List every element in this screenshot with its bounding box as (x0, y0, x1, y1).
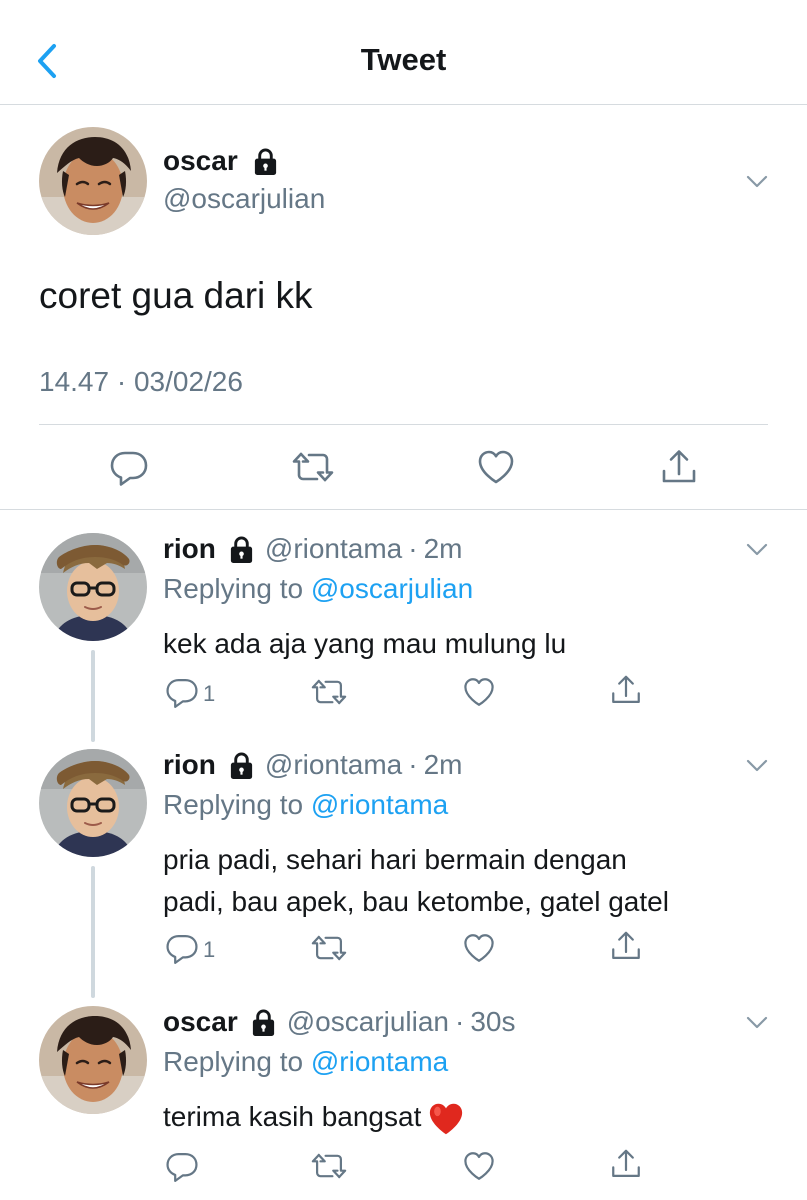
separator-dot: · (455, 1006, 465, 1037)
author-handle[interactable]: @riontama (265, 749, 402, 781)
like-icon[interactable] (462, 931, 496, 965)
share-icon[interactable] (609, 673, 643, 707)
reply-count: 1 (203, 681, 216, 706)
replying-to: Replying to @riontama (163, 1046, 448, 1078)
avatar[interactable] (39, 749, 147, 857)
chevron-down-icon[interactable] (746, 543, 768, 557)
like-icon[interactable] (462, 1149, 496, 1183)
reply-text: terima kasih bangsat (163, 1096, 773, 1138)
retweet-icon[interactable] (310, 1149, 348, 1183)
reply-text-line: pria padi, sehari hari bermain dengan (163, 844, 627, 875)
reply-text-content: terima kasih bangsat (163, 1101, 422, 1132)
lock-icon (228, 751, 255, 780)
retweet-icon[interactable] (310, 675, 348, 709)
reply-tweet: oscar @oscarjulian · 30s Replying to @ri… (0, 1006, 807, 1200)
reply-time: 2m (423, 749, 463, 780)
lock-icon (228, 535, 255, 564)
divider (39, 424, 768, 425)
chevron-down-icon[interactable] (746, 175, 768, 189)
avatar[interactable] (39, 127, 147, 235)
tweet-timestamp: 14.47 · 03/02/26 (39, 366, 243, 397)
avatar-image (39, 749, 147, 857)
reply-tweet: rion @riontama · 2m Replying to @riontam… (0, 749, 807, 989)
share-icon[interactable] (609, 1147, 643, 1181)
replying-to-link[interactable]: @riontama (311, 1046, 448, 1077)
avatar-image (39, 1006, 147, 1114)
reply-icon[interactable] (165, 931, 199, 965)
author-handle[interactable]: @oscarjulian (287, 1006, 449, 1038)
avatar[interactable] (39, 1006, 147, 1114)
chevron-down-icon[interactable] (746, 759, 768, 773)
replying-to-label: Replying to (163, 789, 311, 820)
author-handle[interactable]: @oscarjulian (163, 183, 325, 215)
retweet-icon[interactable] (291, 447, 335, 487)
replying-to: Replying to @riontama (163, 789, 448, 821)
reply-icon[interactable] (109, 447, 149, 487)
author-name[interactable]: oscar (163, 1006, 238, 1038)
like-icon[interactable] (462, 675, 496, 709)
share-icon[interactable] (609, 929, 643, 963)
avatar-image (39, 127, 147, 235)
author-handle[interactable]: @riontama (265, 533, 402, 565)
reply-icon[interactable] (165, 1149, 199, 1183)
lock-icon (252, 147, 279, 176)
reply-header: rion @riontama · 2m (163, 749, 463, 781)
reply-time: 30s (470, 1006, 516, 1037)
author-name[interactable]: oscar (163, 145, 238, 177)
replying-to-link[interactable]: @riontama (311, 789, 448, 820)
reply-text: pria padi, sehari hari bermain dengan pa… (163, 839, 773, 923)
reply-header: oscar @oscarjulian · 30s (163, 1006, 515, 1038)
separator-dot: · (408, 533, 418, 564)
avatar-image (39, 533, 147, 641)
author-name-row: oscar (163, 145, 279, 177)
share-icon[interactable] (659, 447, 699, 487)
reply-tweet: rion @riontama · 2m Replying to @oscarju… (0, 533, 807, 733)
author-name[interactable]: rion (163, 533, 216, 565)
reply-icon[interactable] (165, 675, 199, 709)
author-name[interactable]: rion (163, 749, 216, 781)
reply-text-line: padi, bau apek, bau ketombe, gatel gatel (163, 886, 669, 917)
reply-count: 1 (203, 937, 216, 962)
red-heart-emoji-icon (427, 1100, 465, 1138)
page-title: Tweet (360, 42, 447, 77)
separator-dot: · (408, 749, 418, 780)
top-bar: Tweet (0, 0, 807, 105)
replying-to-label: Replying to (163, 1046, 311, 1077)
replying-to-link[interactable]: @oscarjulian (311, 573, 473, 604)
chevron-down-icon[interactable] (746, 1016, 768, 1030)
lock-icon (250, 1008, 277, 1037)
tweet-text: coret gua dari kk (39, 275, 313, 316)
replying-to: Replying to @oscarjulian (163, 573, 473, 605)
replying-to-label: Replying to (163, 573, 311, 604)
reply-text: kek ada aja yang mau mulung lu (163, 628, 567, 659)
avatar[interactable] (39, 533, 147, 641)
main-tweet: oscar @oscarjulian coret gua dari kk 14.… (0, 105, 807, 510)
reply-time: 2m (423, 533, 463, 564)
reply-header: rion @riontama · 2m (163, 533, 463, 565)
retweet-icon[interactable] (310, 931, 348, 965)
like-icon[interactable] (476, 447, 516, 487)
